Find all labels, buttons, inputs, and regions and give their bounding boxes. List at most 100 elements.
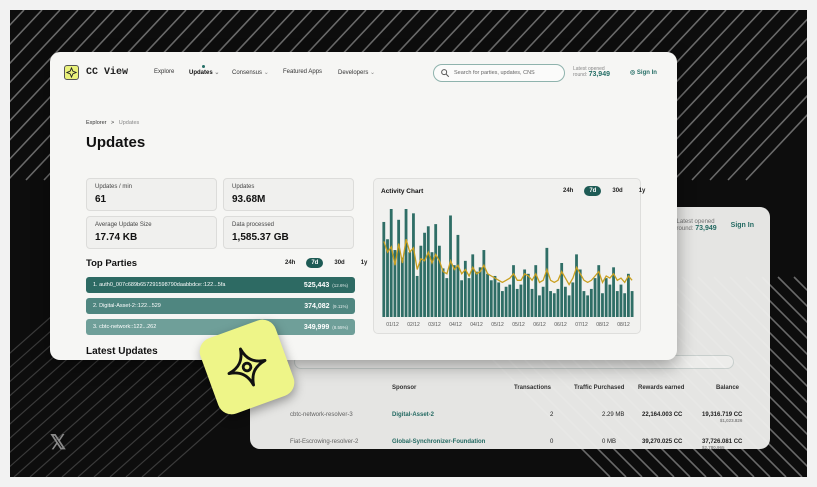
col-rewards: Rewards earned xyxy=(638,385,685,391)
activity-bar[interactable] xyxy=(400,257,404,317)
activity-bar[interactable] xyxy=(567,295,571,317)
activity-bar[interactable] xyxy=(426,226,430,317)
activity-bar[interactable] xyxy=(630,291,634,317)
top-party-row[interactable]: 2. Digital-Asset-2::122...529 374,082 (9… xyxy=(86,298,355,314)
activity-bar[interactable] xyxy=(475,271,478,317)
activity-bar[interactable] xyxy=(389,209,393,317)
activity-bar[interactable] xyxy=(397,219,401,317)
activity-bar[interactable] xyxy=(541,286,545,317)
activity-bar[interactable] xyxy=(471,254,475,317)
activity-bar[interactable] xyxy=(500,291,504,317)
row-id[interactable]: cbtc-network-resolver-3 xyxy=(290,412,353,418)
row-sponsor[interactable]: Digital-Asset-2 xyxy=(392,412,434,418)
activity-bar[interactable] xyxy=(615,291,619,317)
search-placeholder: Search for parties, updates, CNS xyxy=(454,70,535,76)
activity-bar[interactable] xyxy=(538,295,541,317)
activity-bar[interactable] xyxy=(556,288,560,317)
star-logo-icon xyxy=(66,67,77,78)
activity-bar[interactable] xyxy=(423,232,426,317)
activity-bar[interactable] xyxy=(437,245,441,317)
x-tick-label: 06/12 xyxy=(533,322,546,328)
row-balance: 19,316.719 CC $1,023.826 xyxy=(702,412,743,423)
activity-bar[interactable] xyxy=(489,280,493,317)
activity-bar[interactable] xyxy=(586,295,590,317)
activity-bar[interactable] xyxy=(604,278,608,317)
activity-bar[interactable] xyxy=(452,265,456,317)
nav-featured-apps[interactable]: Featured Apps xyxy=(283,69,322,75)
range-7d[interactable]: 7d xyxy=(306,258,324,268)
activity-chart[interactable]: 01/12 02/12 03/12 04/12 04/12 05/12 05/12 06/12… xyxy=(374,179,642,335)
activity-bar[interactable] xyxy=(478,267,482,317)
activity-bar[interactable] xyxy=(404,209,408,317)
sign-in-link[interactable]: ◎ Sign In xyxy=(630,69,657,76)
range-1y[interactable]: 1y xyxy=(356,258,373,268)
latest-opened-round: Latest opened round: 73,949 xyxy=(573,66,610,78)
activity-bar[interactable] xyxy=(419,245,423,317)
top-parties-title: Top Parties xyxy=(86,258,138,269)
activity-bar[interactable] xyxy=(549,291,552,317)
search-icon xyxy=(441,69,450,78)
activity-bar[interactable] xyxy=(623,293,627,317)
cc-view-logo-icon[interactable] xyxy=(64,65,79,80)
activity-bar[interactable] xyxy=(460,280,464,317)
x-tick-label: 08/12 xyxy=(596,322,609,328)
activity-bar[interactable] xyxy=(619,284,623,317)
activity-bar[interactable] xyxy=(519,284,523,317)
background-line xyxy=(655,18,807,181)
x-tick-label: 03/12 xyxy=(428,322,441,328)
row-tx: 2 xyxy=(550,412,554,418)
activity-bar[interactable] xyxy=(593,278,597,317)
page-title: Updates xyxy=(86,134,146,151)
app-name[interactable]: CC View xyxy=(86,67,128,78)
activity-bar[interactable] xyxy=(552,293,556,317)
row-id[interactable]: Fiat-Escrowing-resolver-2 xyxy=(290,439,358,445)
activity-bar[interactable] xyxy=(601,293,604,317)
x-tick-label: 08/12 xyxy=(617,322,630,328)
activity-bar[interactable] xyxy=(456,234,460,317)
x-tick-label: 07/12 xyxy=(575,322,588,328)
col-balance: Balance xyxy=(716,385,740,391)
activity-bar[interactable] xyxy=(608,284,612,317)
top-party-row[interactable]: 1. auth0_007c689b657291598790daabbdce::1… xyxy=(86,277,355,293)
nav-explore[interactable]: Explore xyxy=(154,69,174,75)
nav-developers[interactable]: Developers ⌄ xyxy=(338,69,375,76)
activity-bar[interactable] xyxy=(415,275,419,317)
activity-bar[interactable] xyxy=(382,221,386,317)
activity-bar[interactable] xyxy=(571,282,575,317)
activity-bar[interactable] xyxy=(497,282,501,317)
range-24h[interactable]: 24h xyxy=(280,258,300,268)
top-party-row[interactable]: 3. cbtc-network::122...262 349,999 (8.55… xyxy=(86,319,355,335)
activity-bar[interactable] xyxy=(515,288,519,317)
activity-bar[interactable] xyxy=(445,278,449,317)
activity-bar[interactable] xyxy=(530,288,534,317)
range-30d[interactable]: 30d xyxy=(329,258,349,268)
activity-bar[interactable] xyxy=(526,273,530,317)
activity-bar[interactable] xyxy=(482,250,486,317)
activity-bar[interactable] xyxy=(626,273,630,317)
x-tick-label: 05/12 xyxy=(491,322,504,328)
activity-bar[interactable] xyxy=(408,252,412,317)
activity-bar[interactable] xyxy=(467,278,471,317)
activity-bar[interactable] xyxy=(508,284,512,317)
activity-bar[interactable] xyxy=(504,286,508,317)
activity-bar[interactable] xyxy=(582,291,586,317)
nav-consensus[interactable]: Consensus ⌄ xyxy=(232,69,269,76)
activity-bar[interactable] xyxy=(486,273,489,317)
activity-bar[interactable] xyxy=(545,247,549,317)
activity-bar[interactable] xyxy=(493,275,497,317)
x-tick-label: 02/12 xyxy=(407,322,420,328)
activity-bar[interactable] xyxy=(563,286,567,317)
breadcrumb-explorer[interactable]: Explorer xyxy=(86,120,106,126)
row-sponsor[interactable]: Global-Synchronizer-Foundation xyxy=(392,439,485,445)
search-input[interactable]: Search for parties, updates, CNS xyxy=(433,64,565,82)
back-panel-header: Latest opened round: 73,949 Sign In xyxy=(677,219,754,232)
activity-bar[interactable] xyxy=(434,224,438,317)
breadcrumb-current: Updates xyxy=(118,120,140,126)
activity-bar[interactable] xyxy=(575,254,578,317)
activity-bar[interactable] xyxy=(589,288,593,317)
activity-bar[interactable] xyxy=(441,268,445,317)
back-sign-in-link[interactable]: Sign In xyxy=(731,222,754,229)
activity-bar[interactable] xyxy=(412,213,415,317)
nav-updates[interactable]: Updates ⌄ xyxy=(189,69,219,76)
row-balance: 37,726.081 CC $2,780.965 xyxy=(702,439,743,450)
